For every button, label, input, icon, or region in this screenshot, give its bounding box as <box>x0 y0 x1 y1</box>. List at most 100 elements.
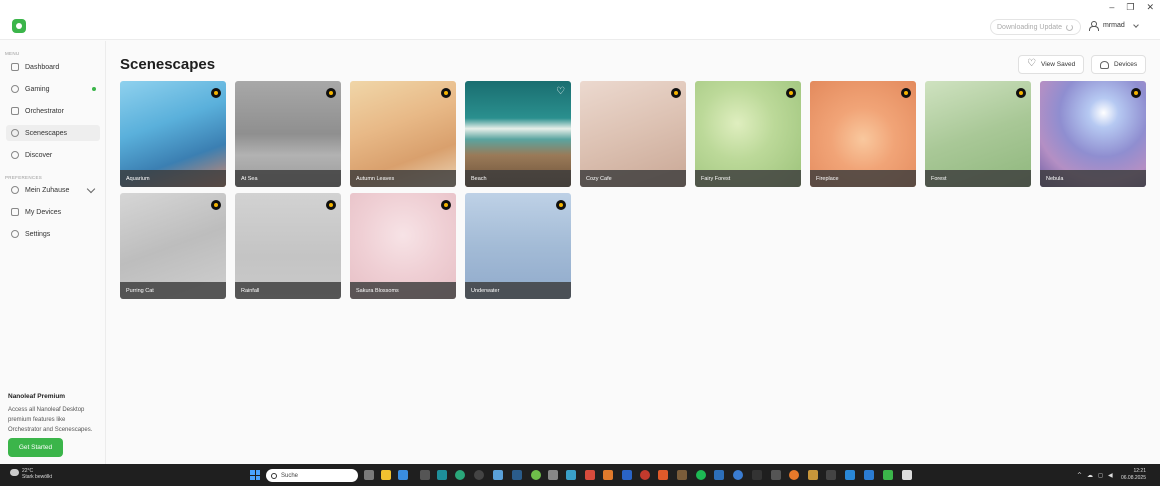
update-status-text: Downloading Update <box>997 23 1062 31</box>
app-icon[interactable] <box>658 470 668 480</box>
chevron-down-icon <box>1132 21 1139 28</box>
scene-card-rainfall[interactable]: Rainfall <box>235 193 341 299</box>
gear-icon <box>11 230 19 238</box>
scene-card-at-sea[interactable]: At Sea <box>235 81 341 187</box>
scene-card-beach[interactable]: ♡ Beach <box>465 81 571 187</box>
user-menu[interactable]: mrmad <box>1089 21 1139 31</box>
scene-card-autumn-leaves[interactable]: Autumn Leaves <box>350 81 456 187</box>
store-icon[interactable] <box>398 470 408 480</box>
sidebar-item-discover[interactable]: Discover <box>6 147 100 163</box>
app-icon[interactable] <box>566 470 576 480</box>
scene-label: Fireplace <box>816 176 839 182</box>
app-icon[interactable] <box>677 470 687 480</box>
premium-icon <box>441 88 451 98</box>
home-icon <box>11 186 19 194</box>
clock[interactable]: 12:21 06.08.2025 <box>1121 468 1146 482</box>
premium-icon <box>1131 88 1141 98</box>
spotify-icon[interactable] <box>696 470 706 480</box>
update-status: Downloading Update <box>990 19 1081 35</box>
app-icon[interactable] <box>474 470 484 480</box>
app-icon[interactable] <box>752 470 762 480</box>
sidebar-item-gaming[interactable]: Gaming <box>6 81 100 97</box>
maximize-button[interactable]: ❐ <box>1126 2 1134 13</box>
status-dot <box>92 87 96 91</box>
heart-icon <box>1027 58 1036 69</box>
sidebar-item-settings[interactable]: Settings <box>6 226 100 242</box>
premium-icon <box>326 88 336 98</box>
premium-icon <box>671 88 681 98</box>
view-saved-label: View Saved <box>1041 61 1076 68</box>
sidebar-item-dashboard[interactable]: Dashboard <box>6 59 100 75</box>
premium-icon <box>786 88 796 98</box>
scene-label: Cozy Cafe <box>586 176 612 182</box>
user-icon <box>1089 21 1099 31</box>
search-icon <box>271 472 277 479</box>
app-icon[interactable] <box>437 470 447 480</box>
nanoleaf-taskbar-icon[interactable] <box>883 470 893 480</box>
scene-card-sakura-blossoms[interactable]: Sakura Blossoms <box>350 193 456 299</box>
scene-card-cozy-cafe[interactable]: Cozy Cafe <box>580 81 686 187</box>
sidebar-item-label: Gaming <box>25 85 50 93</box>
minimize-button[interactable]: – <box>1109 2 1114 13</box>
task-view-icon[interactable] <box>364 470 374 480</box>
scene-card-underwater[interactable]: Underwater <box>465 193 571 299</box>
filezilla-icon[interactable] <box>585 470 595 480</box>
gamepad-icon <box>11 85 19 93</box>
weather-description: Stark bewölkt <box>22 474 53 480</box>
app-icon[interactable] <box>493 470 503 480</box>
sidebar-item-label: Discover <box>25 151 53 159</box>
app-icon[interactable] <box>603 470 613 480</box>
firefox-icon[interactable] <box>789 470 799 480</box>
sidebar-item-mein-zuhause[interactable]: Mein Zuhause <box>6 182 100 198</box>
system-tray[interactable]: ^☁◻◀ <box>1077 472 1118 479</box>
app-icon[interactable] <box>826 470 836 480</box>
app-icon[interactable] <box>771 470 781 480</box>
heart-icon[interactable]: ♡ <box>556 87 565 97</box>
premium-icon <box>901 88 911 98</box>
scene-label: Autumn Leaves <box>356 176 395 182</box>
sidebar-item-scenescapes[interactable]: Scenescapes <box>6 125 100 141</box>
app-icon[interactable] <box>845 470 855 480</box>
get-started-button[interactable]: Get Started <box>8 438 63 457</box>
scene-card-forest[interactable]: Forest <box>925 81 1031 187</box>
scene-card-fireplace[interactable]: Fireplace <box>810 81 916 187</box>
spinner-icon <box>1066 23 1073 31</box>
windows-start-button[interactable] <box>250 470 260 480</box>
scene-label: Sakura Blossoms <box>356 288 399 294</box>
dashboard-icon <box>11 63 19 71</box>
app-icon[interactable] <box>548 470 558 480</box>
scene-card-purring-cat[interactable]: Purring Cat <box>120 193 226 299</box>
devices-icon <box>11 208 19 216</box>
vscode-icon[interactable] <box>864 470 874 480</box>
xbox-icon[interactable] <box>531 470 541 480</box>
file-explorer-icon[interactable] <box>381 470 391 480</box>
sidebar-item-orchestrator[interactable]: Orchestrator <box>6 103 100 119</box>
scene-card-nebula[interactable]: Nebula <box>1040 81 1146 187</box>
weather-widget[interactable]: 22°C Stark bewölkt <box>10 468 52 480</box>
steam-icon[interactable] <box>512 470 522 480</box>
app-icon[interactable] <box>902 470 912 480</box>
menu-section-label: MENU <box>5 51 20 56</box>
app-icon[interactable] <box>640 470 650 480</box>
outlook-icon[interactable] <box>622 470 632 480</box>
sidebar-item-label: Mein Zuhause <box>25 186 70 194</box>
app-icon[interactable] <box>420 470 430 480</box>
close-button[interactable]: ✕ <box>1146 2 1154 13</box>
sidebar-item-label: Scenescapes <box>25 129 68 137</box>
edge-icon[interactable] <box>455 470 465 480</box>
sidebar-item-my-devices[interactable]: My Devices <box>6 204 100 220</box>
page-title: Scenescapes <box>120 56 216 73</box>
premium-description: Access all Nanoleaf Desktop premium feat… <box>8 407 93 433</box>
taskbar-search[interactable]: Suche <box>266 469 358 482</box>
scene-label: Fairy Forest <box>701 176 731 182</box>
app-icon[interactable] <box>808 470 818 480</box>
app-icon[interactable] <box>714 470 724 480</box>
sidebar-item-label: Orchestrator <box>25 107 64 115</box>
scene-card-aquarium[interactable]: Aquarium <box>120 81 226 187</box>
app-icon[interactable] <box>733 470 743 480</box>
scene-card-fairy-forest[interactable]: Fairy Forest <box>695 81 801 187</box>
scene-label: Nebula <box>1046 176 1064 182</box>
premium-icon <box>441 200 451 210</box>
devices-button[interactable]: Devices <box>1091 55 1147 74</box>
view-saved-button[interactable]: View Saved <box>1018 55 1085 74</box>
